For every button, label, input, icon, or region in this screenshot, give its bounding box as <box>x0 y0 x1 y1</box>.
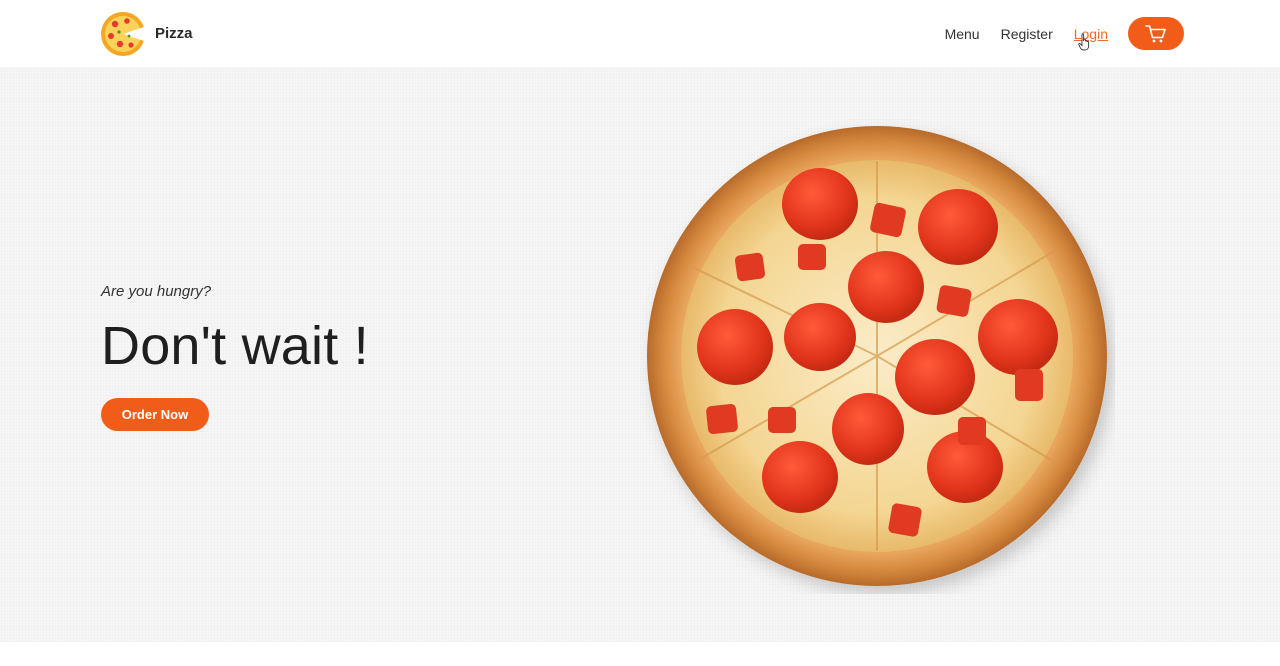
pizza-image <box>640 119 1115 594</box>
hand-cursor-icon <box>1078 33 1090 51</box>
brand-name: Pizza <box>155 25 193 42</box>
hero-title: Don't wait ! <box>101 316 369 376</box>
cart-button[interactable] <box>1128 17 1184 50</box>
hero-section: Are you hungry? Don't wait ! Order Now <box>0 67 1280 642</box>
cart-icon <box>1145 24 1166 42</box>
main-nav: Menu Register Login <box>945 17 1184 50</box>
page-bottom-strip <box>0 642 1280 666</box>
pepperoni-pizza-image <box>647 126 1107 586</box>
site-header: Pizza Menu Register Login <box>0 0 1280 67</box>
pizza-logo-icon <box>101 11 146 56</box>
nav-link-register[interactable]: Register <box>1001 26 1053 42</box>
brand[interactable]: Pizza <box>100 10 193 57</box>
hero-subtitle: Are you hungry? <box>101 283 212 300</box>
order-now-button[interactable]: Order Now <box>101 398 209 431</box>
nav-link-menu[interactable]: Menu <box>945 26 980 42</box>
